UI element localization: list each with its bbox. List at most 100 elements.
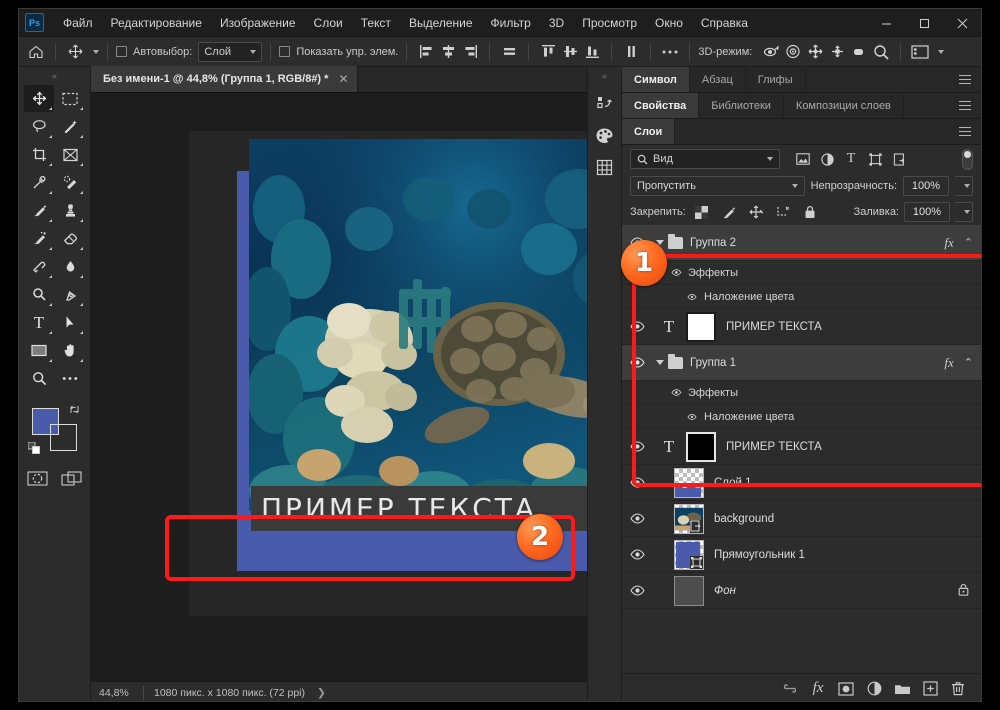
expand-chevron-down-icon[interactable] bbox=[656, 360, 664, 365]
layer-thumbnail[interactable] bbox=[674, 539, 704, 570]
move-tool[interactable] bbox=[24, 85, 54, 112]
lock-artboard-icon[interactable] bbox=[772, 202, 794, 222]
layer-effect-color-overlay-row[interactable]: Наложение цвета bbox=[622, 405, 981, 429]
effect-visibility-icon[interactable] bbox=[682, 293, 701, 300]
link-layers-icon[interactable] bbox=[779, 678, 801, 700]
smartobject-filter-icon[interactable] bbox=[888, 149, 910, 169]
add-layer-style-icon[interactable]: fx bbox=[807, 678, 829, 700]
fx-indicator[interactable]: fx bbox=[944, 355, 963, 371]
filter-toggle-switch[interactable] bbox=[962, 148, 973, 170]
history-brush-tool[interactable] bbox=[24, 225, 54, 252]
default-colors-icon[interactable] bbox=[27, 441, 40, 454]
path-selection-tool[interactable] bbox=[55, 309, 85, 336]
visibility-toggle-icon[interactable] bbox=[622, 477, 652, 488]
layer-thumbnail[interactable] bbox=[674, 467, 704, 498]
lock-position-icon[interactable] bbox=[745, 202, 767, 222]
status-chevron-right-icon[interactable]: ❯ bbox=[305, 687, 326, 699]
menu-item-image[interactable]: Изображение bbox=[211, 12, 305, 34]
layers-panel-menu-icon[interactable] bbox=[949, 119, 981, 144]
distribute-h-icon[interactable] bbox=[498, 41, 520, 63]
swap-colors-icon[interactable] bbox=[69, 404, 80, 418]
rectangle-tool[interactable] bbox=[24, 337, 54, 364]
lock-transparent-icon[interactable] bbox=[691, 202, 713, 222]
more-options-icon[interactable] bbox=[659, 41, 681, 63]
delete-layer-icon[interactable] bbox=[947, 678, 969, 700]
shape-filter-icon[interactable] bbox=[864, 149, 886, 169]
zoom-3d-icon[interactable] bbox=[870, 41, 892, 63]
blur-tool[interactable] bbox=[55, 253, 85, 280]
new-group-icon[interactable] bbox=[891, 678, 913, 700]
tab-libraries[interactable]: Библиотеки bbox=[699, 93, 784, 118]
menu-item-help[interactable]: Справка bbox=[692, 12, 757, 34]
layer-filter-select[interactable]: Вид bbox=[630, 149, 780, 169]
document-tab[interactable]: Без имени-1 @ 44,8% (Группа 1, RGB/8#) *… bbox=[91, 66, 358, 92]
tool-preset-chevron-down-icon[interactable] bbox=[93, 49, 99, 54]
eraser-tool[interactable] bbox=[55, 225, 85, 252]
rectangular-marquee-tool[interactable] bbox=[55, 85, 85, 112]
workspace-icon[interactable] bbox=[909, 41, 931, 63]
minimize-button[interactable] bbox=[867, 9, 905, 37]
menu-item-view[interactable]: Просмотр bbox=[573, 12, 646, 34]
blend-mode-select[interactable]: Пропустить bbox=[630, 176, 805, 196]
workspace-chevron-down-icon[interactable] bbox=[938, 49, 945, 54]
layer-row-layer1[interactable]: Слой 1 bbox=[622, 465, 981, 501]
character-panel-menu-icon[interactable] bbox=[949, 67, 981, 92]
opacity-field[interactable]: 100% bbox=[903, 176, 949, 196]
fill-field[interactable]: 100% bbox=[904, 202, 950, 222]
hand-tool[interactable] bbox=[55, 337, 85, 364]
zoom-level[interactable]: 44,8% bbox=[91, 687, 143, 699]
scale-3d-icon[interactable] bbox=[848, 41, 870, 63]
layer-row-group2[interactable]: Группа 2 fx ⌃ bbox=[622, 225, 981, 261]
quick-mask-icon[interactable] bbox=[26, 468, 50, 488]
layer-thumbnail[interactable] bbox=[686, 311, 716, 342]
lock-all-icon[interactable] bbox=[799, 202, 821, 222]
effects-visibility-icon[interactable] bbox=[666, 389, 685, 396]
new-adjustment-layer-icon[interactable] bbox=[863, 678, 885, 700]
pixel-filter-icon[interactable] bbox=[792, 149, 814, 169]
slide-3d-icon[interactable] bbox=[826, 41, 848, 63]
type-filter-icon[interactable]: T bbox=[840, 149, 862, 169]
properties-panel-menu-icon[interactable] bbox=[949, 93, 981, 118]
tab-glyphs[interactable]: Глифы bbox=[746, 67, 806, 92]
adjustment-filter-icon[interactable] bbox=[816, 149, 838, 169]
layer-list[interactable]: Группа 2 fx ⌃ Эффекты Наложение цвета T … bbox=[622, 225, 981, 673]
dodge-tool[interactable] bbox=[24, 281, 54, 308]
add-layer-mask-icon[interactable] bbox=[835, 678, 857, 700]
lasso-tool[interactable] bbox=[24, 113, 54, 140]
layer-row-rectangle1[interactable]: Прямоугольник 1 bbox=[622, 537, 981, 573]
effect-visibility-icon[interactable] bbox=[682, 413, 701, 420]
tab-layers[interactable]: Слои bbox=[622, 119, 676, 144]
menu-item-window[interactable]: Окно bbox=[646, 12, 692, 34]
toolbar-grip[interactable]: « bbox=[52, 71, 57, 81]
layer-thumbnail[interactable] bbox=[686, 431, 716, 462]
pattern-panel-icon[interactable] bbox=[591, 153, 619, 181]
align-top-icon[interactable] bbox=[537, 41, 559, 63]
visibility-toggle-icon[interactable] bbox=[622, 357, 652, 368]
clone-stamp-tool[interactable] bbox=[55, 197, 85, 224]
close-icon[interactable]: ✕ bbox=[338, 72, 348, 86]
type-tool[interactable]: T bbox=[24, 309, 54, 336]
edit-toolbar-tool[interactable] bbox=[55, 365, 85, 392]
move-tool-icon[interactable] bbox=[64, 41, 86, 63]
layer-row-text-white[interactable]: T ПРИМЕР ТЕКСТА bbox=[622, 309, 981, 345]
magic-wand-tool[interactable] bbox=[55, 113, 85, 140]
brush-tool[interactable] bbox=[24, 197, 54, 224]
history-panel-icon[interactable] bbox=[591, 89, 619, 117]
close-button[interactable] bbox=[943, 9, 981, 37]
home-icon[interactable] bbox=[25, 41, 47, 63]
layer-row-background[interactable]: background bbox=[622, 501, 981, 537]
layer-effect-color-overlay-row[interactable]: Наложение цвета bbox=[622, 285, 981, 309]
menu-item-select[interactable]: Выделение bbox=[400, 12, 482, 34]
menu-item-text[interactable]: Текст bbox=[352, 12, 400, 34]
menu-item-filter[interactable]: Фильтр bbox=[482, 12, 540, 34]
layer-thumbnail[interactable] bbox=[674, 575, 704, 606]
spot-healing-brush-tool[interactable] bbox=[55, 169, 85, 196]
layer-effects-row[interactable]: Эффекты bbox=[622, 261, 981, 285]
visibility-toggle-icon[interactable] bbox=[622, 585, 652, 596]
crop-tool[interactable] bbox=[24, 141, 54, 168]
lock-image-icon[interactable] bbox=[718, 202, 740, 222]
background-color-swatch[interactable] bbox=[49, 424, 77, 451]
layer-thumbnail[interactable] bbox=[674, 503, 704, 534]
show-transform-controls-checkbox[interactable] bbox=[279, 46, 291, 57]
maximize-button[interactable] bbox=[905, 9, 943, 37]
